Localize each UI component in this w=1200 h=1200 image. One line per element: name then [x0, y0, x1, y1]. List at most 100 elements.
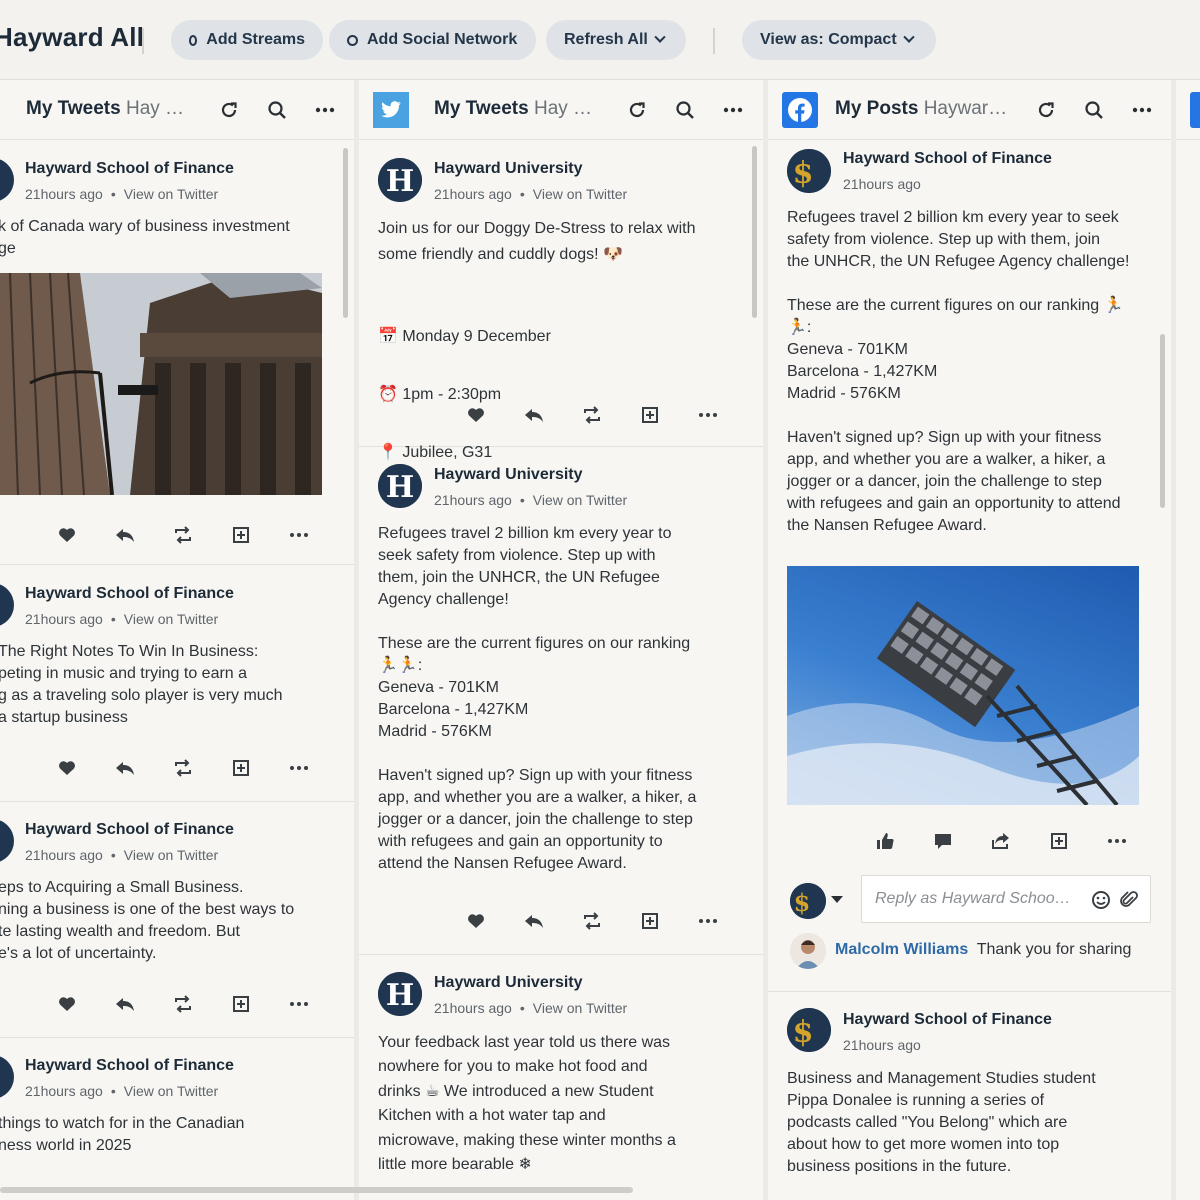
view-as-label: View as: Compact	[760, 31, 897, 48]
search-icon[interactable]	[673, 98, 697, 122]
view-on-twitter-link[interactable]: View on Twitter	[124, 186, 218, 202]
more-options-icon[interactable]	[721, 98, 745, 122]
add-streams-button[interactable]: Add Streams	[171, 20, 323, 60]
post-image-buildings[interactable]	[0, 273, 322, 495]
more-options-icon[interactable]	[313, 98, 337, 122]
vertical-scrollbar[interactable]	[1160, 334, 1165, 508]
like-icon[interactable]	[38, 523, 96, 547]
account-switch-chevron-icon[interactable]	[831, 896, 843, 903]
post-actions	[447, 909, 737, 933]
add-social-network-button[interactable]: Add Social Network	[329, 20, 536, 60]
post-meta: 21hours ago • View on Twitter	[434, 186, 628, 202]
save-to-icon[interactable]	[212, 992, 270, 1016]
post-author: Hayward University	[434, 466, 583, 483]
avatar: $	[787, 149, 831, 193]
tweet-item: Hayward School of Finance 21hours ago • Vi…	[0, 802, 354, 1038]
emoji-icon[interactable]	[1091, 890, 1111, 915]
facebook-post: $ Hayward School of Finance 21hours ago …	[768, 992, 1171, 1200]
post-meta: 21hours ago • View on Twitter	[434, 492, 628, 508]
like-icon[interactable]	[447, 403, 505, 427]
view-on-twitter-link[interactable]: View on Twitter	[533, 492, 627, 508]
attachment-icon[interactable]	[1120, 890, 1138, 915]
svg-text:H: H	[386, 470, 414, 505]
avatar: $	[787, 1008, 831, 1052]
thumbs-up-icon[interactable]	[856, 829, 914, 853]
refresh-all-button[interactable]: Refresh All	[546, 20, 686, 60]
retweet-icon[interactable]	[563, 403, 621, 427]
svg-text:$: $	[793, 1015, 814, 1050]
save-to-icon[interactable]	[1030, 829, 1088, 853]
post-text: Refugees travel 2 billion km every year …	[787, 209, 1130, 534]
more-options-icon[interactable]	[1088, 829, 1146, 853]
post-actions	[38, 756, 328, 780]
post-actions	[38, 992, 328, 1016]
post-author: Hayward School of Finance	[25, 821, 234, 838]
more-options-icon[interactable]	[1130, 98, 1154, 122]
reply-icon[interactable]	[505, 909, 563, 933]
horizontal-scrollbar[interactable]	[0, 1187, 633, 1193]
retweet-icon[interactable]	[563, 909, 621, 933]
chevron-down-icon	[654, 31, 666, 43]
like-icon[interactable]	[38, 992, 96, 1016]
view-on-twitter-link[interactable]: View on Twitter	[124, 611, 218, 627]
comment-icon[interactable]	[914, 829, 972, 853]
like-icon[interactable]	[447, 909, 505, 933]
post-actions	[447, 403, 737, 427]
share-icon[interactable]	[972, 829, 1030, 853]
search-icon[interactable]	[265, 98, 289, 122]
retweet-icon[interactable]	[154, 992, 212, 1016]
retweet-icon[interactable]	[154, 523, 212, 547]
view-on-twitter-link[interactable]: View on Twitter	[533, 1000, 627, 1016]
more-options-icon[interactable]	[270, 756, 328, 780]
comment-author[interactable]: Malcolm Williams	[835, 941, 968, 958]
stream-title: My Posts Haywar…	[835, 98, 1008, 119]
save-to-icon[interactable]	[621, 403, 679, 427]
svg-text:$: $	[793, 156, 814, 191]
search-icon[interactable]	[1082, 98, 1106, 122]
more-options-icon[interactable]	[679, 909, 737, 933]
dashboard-title: Hayward All	[0, 22, 145, 52]
avatar: H	[378, 158, 422, 202]
refresh-icon[interactable]	[1034, 98, 1058, 122]
view-on-twitter-link[interactable]: View on Twitter	[124, 847, 218, 863]
reply-placeholder: Reply as Hayward Schoo…	[875, 890, 1071, 907]
like-icon[interactable]	[38, 756, 96, 780]
refresh-icon[interactable]	[625, 98, 649, 122]
view-as-dropdown[interactable]: View as: Compact	[742, 20, 936, 60]
save-to-icon[interactable]	[212, 523, 270, 547]
avatar	[0, 819, 14, 863]
view-on-twitter-link[interactable]: View on Twitter	[124, 1083, 218, 1099]
vertical-scrollbar[interactable]	[343, 148, 348, 318]
refresh-icon[interactable]	[217, 98, 241, 122]
reply-as-avatar[interactable]: $	[790, 883, 826, 919]
view-on-twitter-link[interactable]: View on Twitter	[533, 186, 627, 202]
reply-input[interactable]: Reply as Hayward Schoo…	[861, 875, 1151, 923]
comment-text: Thank you for sharing	[976, 941, 1132, 958]
stream-column-my-tweets-2: My Tweets Hay … H Hayward University 21h…	[359, 80, 763, 1200]
retweet-icon[interactable]	[154, 756, 212, 780]
post-author: Hayward School of Finance	[843, 150, 1052, 167]
toolbar-divider	[713, 28, 715, 54]
post-author: Hayward School of Finance	[843, 1011, 1052, 1028]
reply-icon[interactable]	[96, 523, 154, 547]
save-to-icon[interactable]	[212, 756, 270, 780]
refresh-all-label: Refresh All	[564, 31, 648, 48]
save-to-icon[interactable]	[621, 909, 679, 933]
avatar	[0, 583, 14, 627]
reply-icon[interactable]	[96, 992, 154, 1016]
stream-header: My Tweets Hay …	[359, 80, 763, 140]
more-options-icon[interactable]	[270, 523, 328, 547]
svg-text:H: H	[386, 978, 414, 1013]
post-actions	[38, 523, 328, 547]
more-options-icon[interactable]	[679, 403, 737, 427]
post-meta: 21hours ago	[843, 176, 921, 192]
reply-icon[interactable]	[96, 756, 154, 780]
more-options-icon[interactable]	[270, 992, 328, 1016]
post-text: Refugees travel 2 billion km every year …	[378, 525, 697, 872]
reply-icon[interactable]	[505, 403, 563, 427]
vertical-scrollbar[interactable]	[752, 146, 757, 318]
tweet-item: Hayward School of Finance 21hours ago • Vi…	[0, 1038, 354, 1200]
chevron-down-icon	[902, 31, 915, 43]
post-meta: 21hours ago • View on Twitter	[25, 186, 219, 202]
post-image-stadium-lights[interactable]	[787, 566, 1139, 805]
